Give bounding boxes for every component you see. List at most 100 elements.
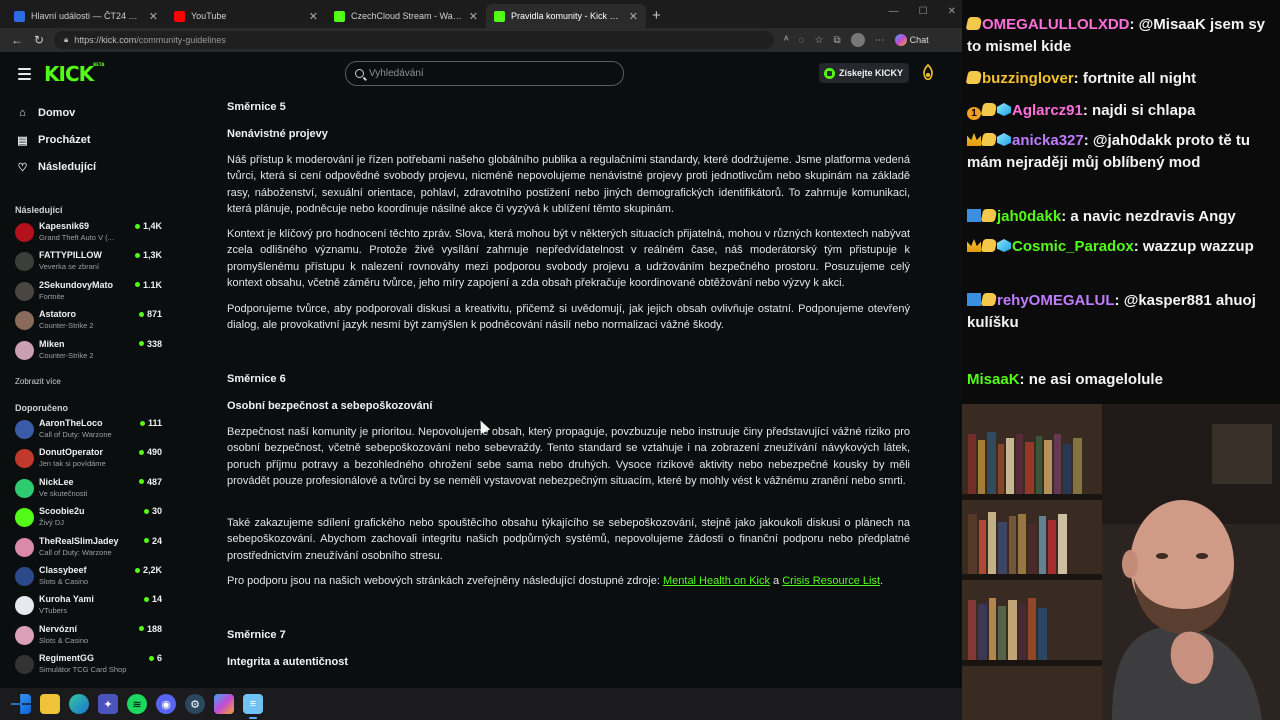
viewer-count-value: 2,2K	[142, 565, 162, 575]
viewer-count: 871	[138, 309, 162, 319]
channel-row[interactable]: AaronTheLoco Call of Duty: Warzone 111	[15, 417, 165, 443]
viewer-count: 1,3K	[134, 250, 162, 260]
extensions-icon[interactable]: ⧉	[833, 35, 840, 46]
viewer-count: 1,4K	[134, 221, 162, 231]
chat-message: 1 Aglarcz91: najdi si chlapa	[967, 100, 1275, 122]
chat-username[interactable]: MisaaK	[967, 371, 1020, 388]
period-text: .	[880, 575, 884, 587]
channel-row[interactable]: NickLee Ve skutečnosti 487	[15, 476, 165, 502]
nav-browse-label: Procházet	[38, 134, 91, 146]
ct24-favicon-icon	[14, 10, 25, 22]
tab-kick-guidelines[interactable]: Pravidla komunity - Kick Streaming ✕	[486, 4, 646, 28]
hand-badge-icon	[980, 209, 998, 222]
windows-taskbar: ✦ ≋ ◉ ⚙ ≡	[0, 688, 962, 720]
read-aloud-icon[interactable]: ◌	[799, 35, 805, 46]
channel-avatar	[15, 508, 34, 528]
channel-name: NickLee	[39, 476, 74, 487]
live-dot-icon	[138, 626, 144, 632]
tab-close-icon[interactable]: ✕	[309, 10, 318, 23]
url-path: /community-guidelines	[136, 35, 226, 45]
and-text: a	[769, 575, 783, 587]
tab-czechcloud[interactable]: CzechCloud Stream - Watch Live o... ✕	[326, 4, 486, 28]
chat-username[interactable]: Cosmic_Paradox	[1012, 238, 1134, 255]
channel-row[interactable]: Nervózní Slots & Casino 188	[15, 623, 165, 649]
maximize-icon[interactable]: ☐	[919, 6, 928, 17]
kick-logo[interactable]: KICKBETA	[44, 62, 104, 86]
more-icon[interactable]: ⋯	[875, 35, 885, 46]
channel-row[interactable]: Classybeef Slots & Casino 2,2K	[15, 564, 165, 590]
get-kicky-button[interactable]: Získejte KICKY	[819, 63, 910, 83]
nav-browse[interactable]: ▤ Procházet	[16, 132, 91, 148]
guideline-6-subtitle: Osobní bezpečnost a sebepoškozování	[227, 400, 433, 412]
chat-colon: :	[1129, 16, 1139, 33]
chat-username[interactable]: rehyOMEGALUL	[997, 292, 1115, 309]
channel-row[interactable]: Scoobie2u Živý DJ 30	[15, 505, 165, 531]
viewer-count-value: 111	[147, 418, 162, 428]
new-tab-icon[interactable]: +	[652, 7, 661, 24]
chat-message: Cosmic_Paradox: wazzup wazzup	[967, 236, 1275, 258]
mental-health-link[interactable]: Mental Health on Kick	[663, 575, 770, 587]
back-icon[interactable]: ←	[6, 33, 28, 47]
tab-ct24[interactable]: Hlavní události — ČT24 — Česká t... ✕	[6, 4, 166, 28]
nav-following-label: Následující	[38, 161, 97, 173]
channel-row[interactable]: Astatoro Counter-Strike 2 871	[15, 308, 165, 334]
notepad-icon[interactable]: ≡	[243, 694, 263, 719]
channel-row[interactable]: Miken Counter-Strike 2 338	[15, 338, 165, 364]
menu-icon[interactable]	[18, 68, 31, 83]
chat-username[interactable]: Aglarcz91	[1012, 102, 1083, 119]
teams-icon[interactable]: ✦	[98, 694, 118, 714]
nav-following[interactable]: ♡ Následující	[16, 159, 97, 175]
viewer-count: 487	[138, 476, 162, 487]
browser-toolbar: ᴬ ◌ ☆ ⧉ ⋯ Chat	[784, 33, 929, 47]
channel-avatar	[15, 537, 34, 557]
url-host: https://kick.com	[74, 35, 137, 45]
translate-icon[interactable]: ᴬ	[784, 35, 789, 46]
viewer-count: 14	[143, 594, 162, 604]
show-more-link[interactable]: Zobrazit více	[15, 377, 61, 386]
chat-username[interactable]: jah0dakk	[997, 208, 1061, 225]
edge-icon[interactable]	[69, 694, 89, 714]
channel-row[interactable]: 2SekundovyMato Fortnite 1.1K	[15, 279, 165, 305]
profile-avatar[interactable]	[850, 33, 865, 47]
nav-home[interactable]: ⌂ Domov	[16, 105, 75, 121]
channel-category: Simulátor TCG Card Shop	[39, 665, 127, 675]
steam-icon[interactable]: ⚙	[185, 694, 205, 714]
channel-category: Counter-Strike 2	[39, 321, 94, 331]
start-icon[interactable]	[11, 694, 31, 714]
user-menu-icon[interactable]	[921, 64, 935, 83]
close-window-icon[interactable]: ✕	[948, 6, 956, 17]
reload-icon[interactable]: ↻	[28, 33, 50, 47]
copilot-app-icon[interactable]	[214, 694, 234, 714]
channel-row[interactable]: FATTYPILLOW Veverka se zbraní 1,3K	[15, 249, 165, 275]
chat-username[interactable]: anicka327	[1012, 132, 1084, 149]
chat-username[interactable]: OMEGALULLOLXDD	[982, 16, 1130, 33]
chat-username[interactable]: buzzinglover	[982, 70, 1074, 87]
tab-close-icon[interactable]: ✕	[149, 10, 158, 23]
channel-row[interactable]: RegimentGG Simulátor TCG Card Shop 6	[15, 652, 165, 678]
live-dot-icon	[138, 341, 144, 347]
spotify-icon[interactable]: ≋	[127, 694, 147, 714]
tab-label: YouTube	[191, 11, 227, 21]
favorite-star-icon[interactable]: ☆	[814, 35, 823, 46]
tab-close-icon[interactable]: ✕	[469, 10, 478, 23]
channel-row[interactable]: DonutOperator Jen tak si povídáme 490	[15, 446, 165, 472]
live-dot-icon	[143, 596, 149, 602]
browser-window: Hlavní události — ČT24 — Česká t... ✕ Yo…	[0, 0, 962, 688]
tab-close-icon[interactable]: ✕	[629, 10, 638, 23]
window-controls: — ☐ ✕	[889, 6, 956, 17]
file-explorer-icon[interactable]	[40, 694, 60, 714]
url-field[interactable]: 🔒︎ https://kick.com/community-guidelines	[54, 31, 774, 49]
bolt-badge-icon	[967, 209, 981, 222]
channel-row[interactable]: TheRealSlimJadey Call of Duty: Warzone 24	[15, 535, 165, 561]
discord-icon[interactable]: ◉	[156, 694, 176, 714]
copilot-chat-button[interactable]: Chat	[894, 34, 929, 46]
minimize-icon[interactable]: —	[889, 6, 899, 17]
viewer-count-value: 487	[146, 476, 162, 487]
crisis-resource-link[interactable]: Crisis Resource List	[782, 575, 880, 587]
tab-youtube[interactable]: YouTube ✕	[166, 4, 326, 28]
live-dot-icon	[143, 538, 149, 544]
channel-row[interactable]: Kuroha Yami VTubers 14	[15, 593, 165, 619]
channel-row[interactable]: Kapesnik69 Grand Theft Auto V (... 1,4K	[15, 220, 165, 246]
chat-message: buzzinglover: fortnite all night	[965, 68, 1275, 90]
search-input[interactable]: Vyhledávání	[345, 61, 624, 86]
